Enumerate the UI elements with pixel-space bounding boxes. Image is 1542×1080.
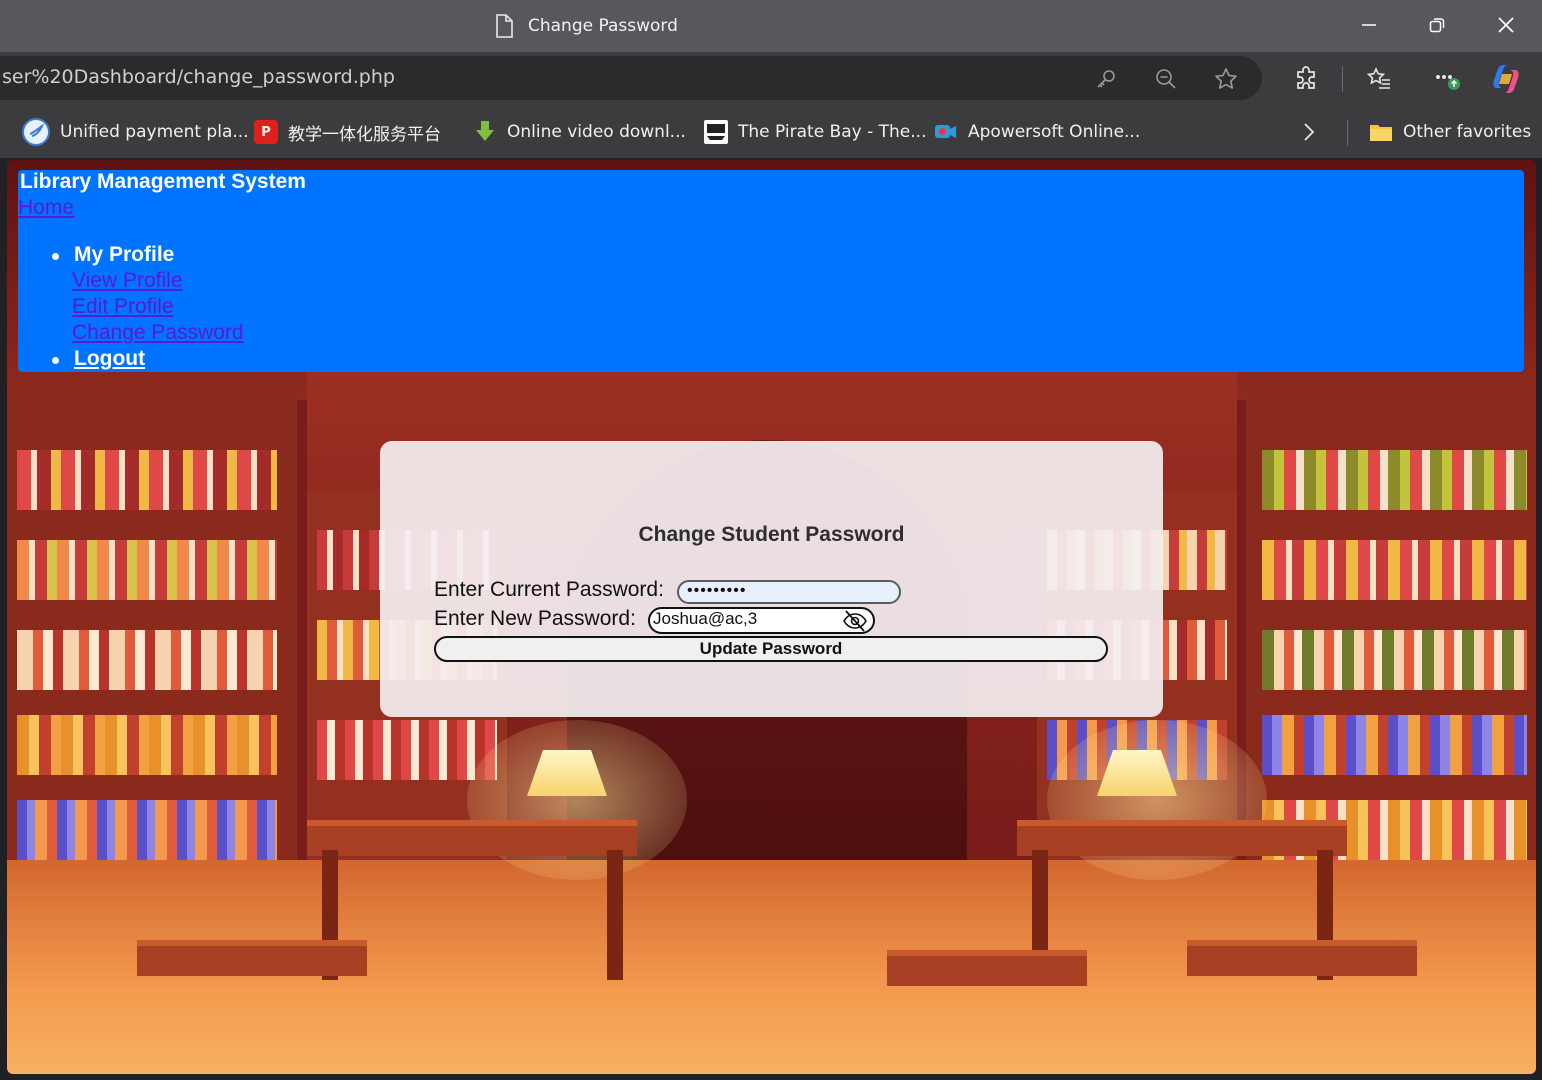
my-profile-menu[interactable]: My Profile xyxy=(74,243,174,267)
key-icon[interactable] xyxy=(1091,64,1121,94)
change-password-link[interactable]: Change Password xyxy=(72,321,244,345)
logout-link[interactable]: Logout xyxy=(74,347,145,371)
books-row xyxy=(1262,450,1527,510)
toolbar-divider xyxy=(1342,66,1343,92)
reading-desk xyxy=(307,820,637,856)
view-profile-link[interactable]: View Profile xyxy=(72,269,183,293)
list-bullet xyxy=(52,357,59,364)
close-icon xyxy=(1498,17,1514,33)
current-password-value: ••••••••• xyxy=(687,582,747,599)
favorites-divider xyxy=(1347,120,1348,146)
site-navbar xyxy=(18,170,1524,372)
copilot-icon[interactable] xyxy=(1489,62,1523,96)
chevron-right-icon xyxy=(1304,123,1315,141)
new-password-input[interactable]: Joshua@ac,3 xyxy=(648,607,875,634)
title-bar xyxy=(0,0,1542,52)
pirate-ship-icon xyxy=(704,120,728,144)
favorite-pirate-bay[interactable]: The Pirate Bay - The... xyxy=(704,116,926,148)
favorite-label: 教学一体化服务平台 xyxy=(288,124,441,145)
favorites-icon[interactable] xyxy=(1362,62,1396,96)
favorite-teaching-platform[interactable]: P 教学一体化服务平台 xyxy=(254,116,441,148)
zoom-out-icon[interactable] xyxy=(1151,64,1181,94)
update-password-button[interactable]: Update Password xyxy=(434,636,1108,662)
list-bullet xyxy=(52,253,59,260)
browser-tab[interactable]: Change Password xyxy=(494,10,678,42)
document-icon xyxy=(496,14,513,38)
favorite-label: Online video downl... xyxy=(507,122,686,142)
lamp-glow xyxy=(1047,720,1267,880)
p-logo-icon: P xyxy=(254,120,278,144)
globe-icon xyxy=(22,118,50,146)
restore-icon xyxy=(1429,18,1445,33)
star-icon[interactable] xyxy=(1211,64,1241,94)
download-arrow-icon xyxy=(473,120,497,144)
extensions-icon[interactable] xyxy=(1289,62,1323,96)
current-password-label: Enter Current Password: xyxy=(434,578,664,601)
new-password-label: Enter New Password: xyxy=(434,607,636,630)
books-row xyxy=(17,450,277,510)
url-text[interactable]: ser%20Dashboard/change_password.php xyxy=(2,66,395,88)
site-brand: Library Management System xyxy=(20,170,306,193)
books-row xyxy=(1262,540,1527,600)
books-row xyxy=(1262,715,1527,775)
favorite-unified-payment[interactable]: Unified payment pla... xyxy=(22,116,249,148)
favorite-online-video[interactable]: Online video downl... xyxy=(473,116,686,148)
books-row xyxy=(317,720,497,780)
other-favorites-folder[interactable]: Other favorites xyxy=(1369,116,1531,148)
minimize-button[interactable] xyxy=(1349,8,1389,42)
favorite-label: The Pirate Bay - The... xyxy=(738,122,927,142)
books-row xyxy=(17,540,277,600)
favorite-apowersoft[interactable]: Apowersoft Online... xyxy=(934,116,1140,148)
lamp-glow xyxy=(467,720,687,880)
folder-icon xyxy=(1370,125,1392,141)
tab-title: Change Password xyxy=(528,16,678,36)
more-menu-icon[interactable] xyxy=(1431,62,1465,96)
books-row xyxy=(1262,630,1527,690)
favorites-overflow-button[interactable] xyxy=(1302,116,1316,148)
favorite-label: Apowersoft Online... xyxy=(968,122,1141,142)
books-row xyxy=(17,630,277,690)
stool xyxy=(887,950,1087,986)
stool xyxy=(137,940,367,976)
reading-desk xyxy=(1017,820,1347,856)
books-row xyxy=(17,800,277,860)
hide-password-eye-icon[interactable] xyxy=(842,609,868,633)
stool xyxy=(1187,940,1417,976)
books-row xyxy=(17,715,277,775)
new-password-value: Joshua@ac,3 xyxy=(653,609,758,628)
home-link[interactable]: Home xyxy=(18,196,74,220)
camera-icon xyxy=(934,120,958,144)
form-title: Change Student Password xyxy=(638,523,905,546)
favorite-label: Unified payment pla... xyxy=(60,122,249,142)
restore-button[interactable] xyxy=(1417,8,1457,42)
close-button[interactable] xyxy=(1486,8,1526,42)
minimize-icon xyxy=(1362,24,1376,26)
current-password-input[interactable]: ••••••••• xyxy=(677,580,901,604)
edit-profile-link[interactable]: Edit Profile xyxy=(72,295,174,319)
other-favorites-label: Other favorites xyxy=(1403,122,1532,142)
desk-leg xyxy=(607,850,623,980)
